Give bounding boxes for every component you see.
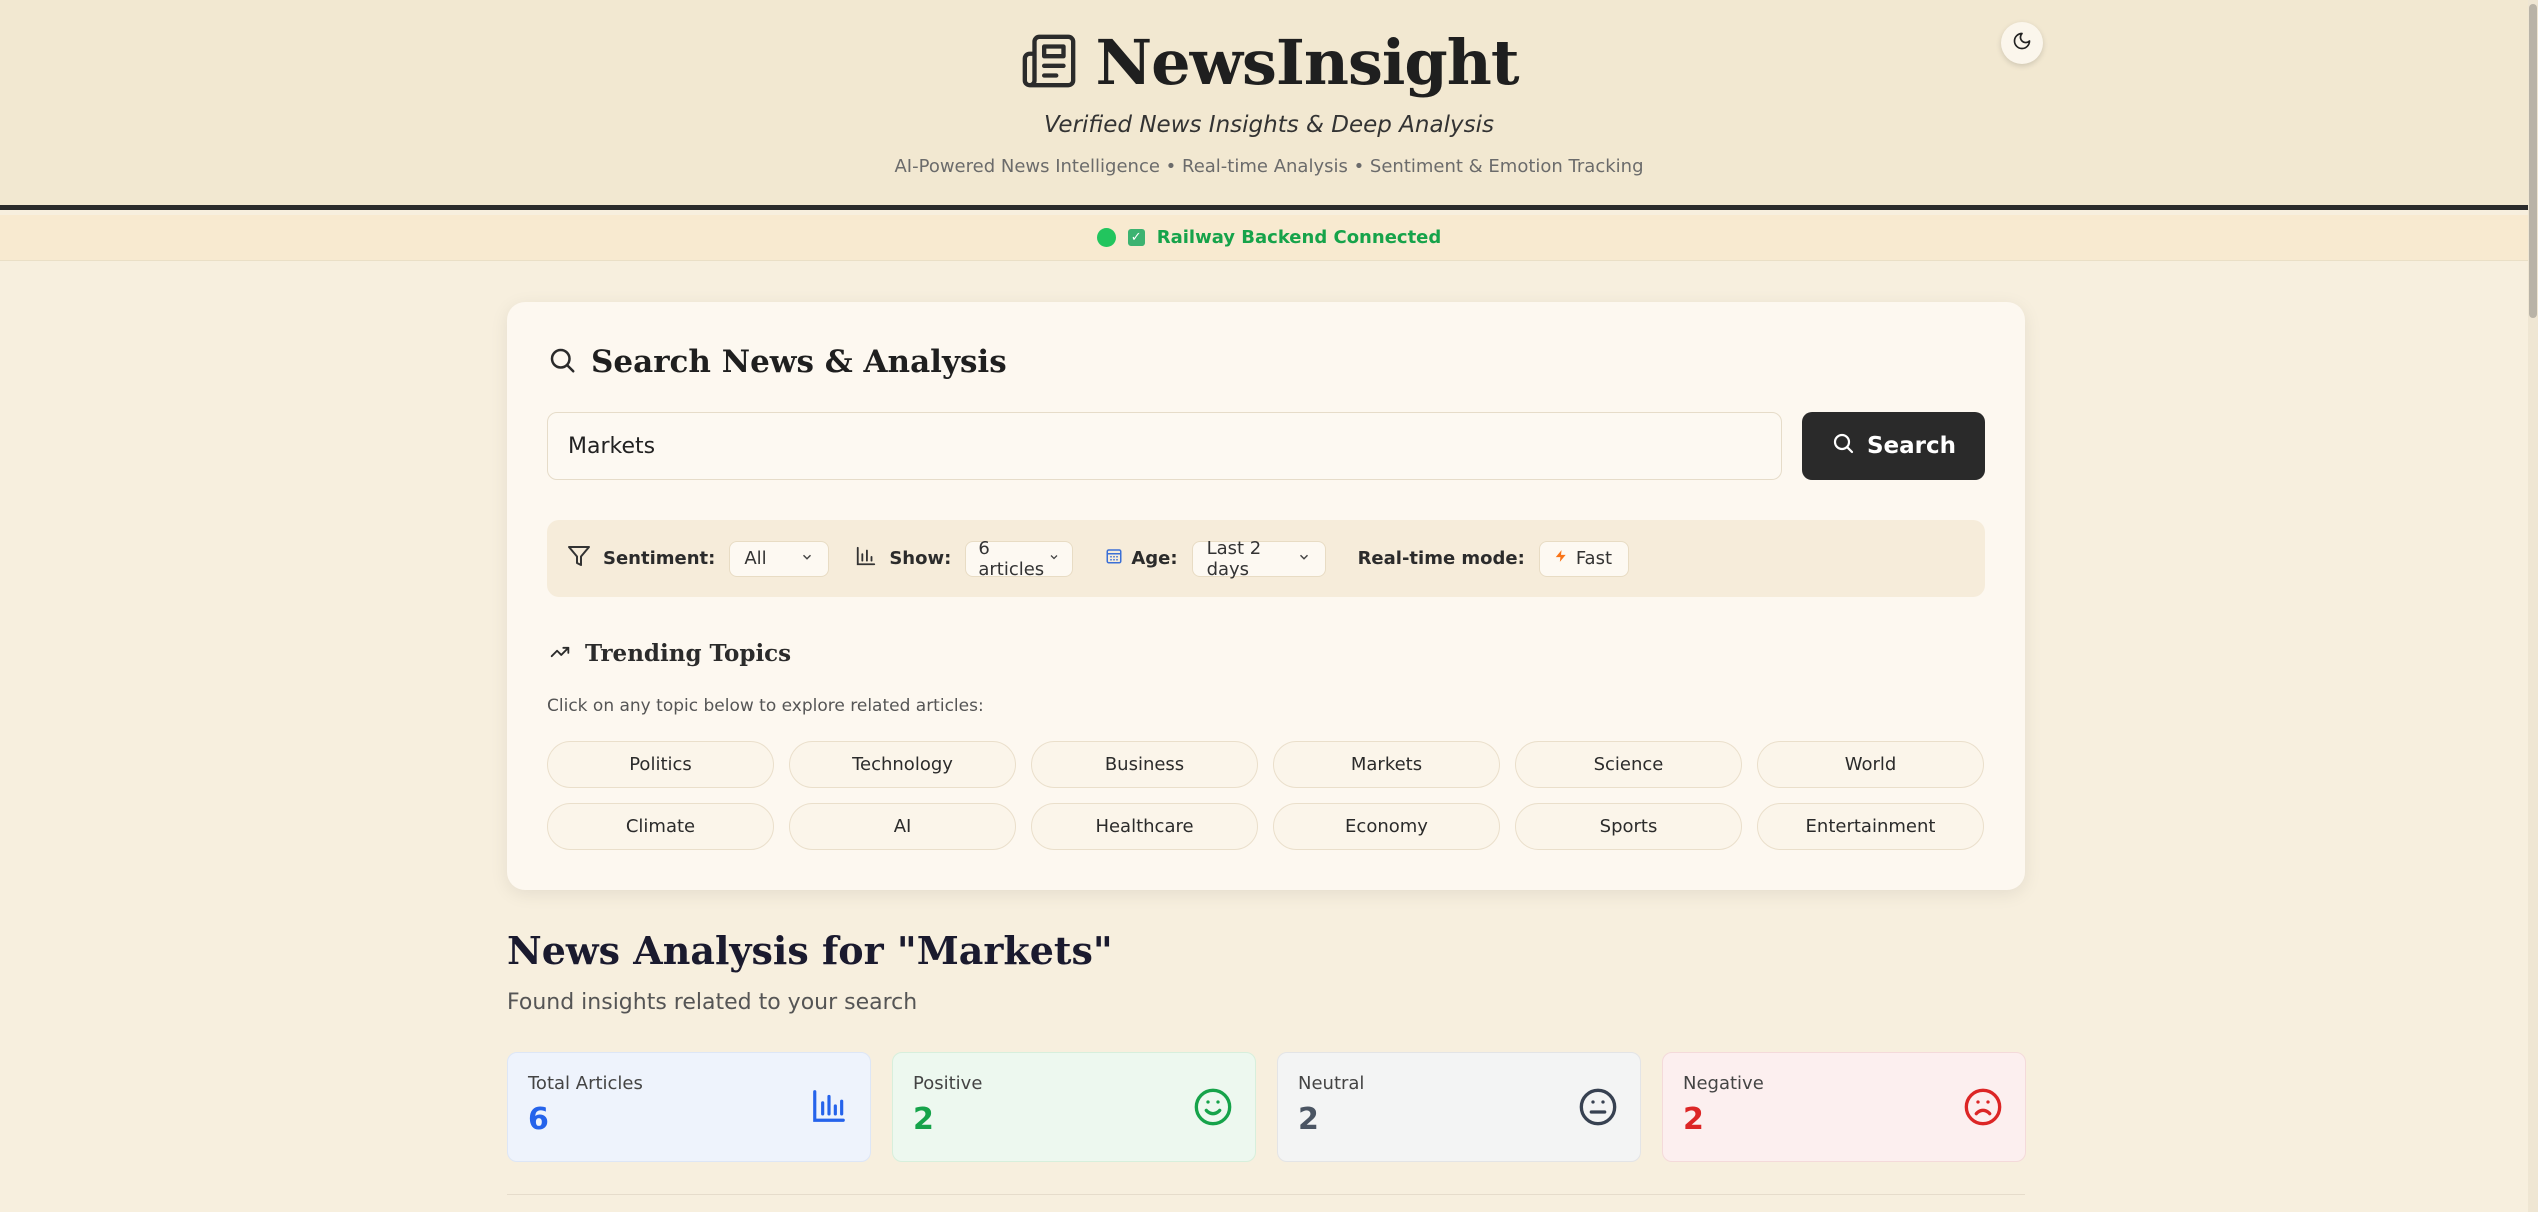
show-count-select[interactable]: 6 articles [965,537,1074,580]
age-select[interactable]: Last 2 days [1191,537,1326,580]
moon-icon [2012,31,2032,55]
neutral-card: Neutral 2 [1277,1052,1641,1162]
smile-icon [1193,1087,1233,1131]
total-articles-card: Total Articles 6 [507,1052,871,1162]
topic-chip[interactable]: Technology [789,741,1016,788]
lightning-icon [1554,547,1568,570]
chevron-down-icon [800,550,814,568]
filter-icon [567,544,591,573]
search-card: Search News & Analysis Search Sentiment:… [507,302,2025,890]
realtime-mode-label: Real-time mode: [1357,548,1525,569]
frown-icon [1963,1087,2003,1131]
bar-chart-icon [810,1087,848,1129]
sentiment-value: All [744,548,767,569]
search-input[interactable] [547,412,1782,480]
positive-card: Positive 2 [892,1052,1256,1162]
search-card-header: Search News & Analysis [547,344,1007,380]
stat-value: 2 [1683,1102,1704,1137]
search-button-label: Search [1866,433,1957,459]
connection-status-bar: ✓ Railway Backend Connected [0,215,2538,261]
search-icon [547,345,577,379]
calendar-icon [1105,547,1123,570]
age-label: Age: [1131,548,1178,569]
topic-chip[interactable]: Politics [547,741,774,788]
tagline: Verified News Insights & Deep Analysis [1044,112,1494,138]
topic-chip[interactable]: Markets [1273,741,1500,788]
search-icon [1831,431,1855,461]
topic-chip[interactable]: World [1757,741,1984,788]
brand: NewsInsight [0,26,2538,99]
status-text: Railway Backend Connected [1156,227,1442,248]
realtime-mode-value: Fast [1575,548,1613,569]
chevron-down-icon [1297,550,1311,568]
stat-value: 6 [528,1102,549,1137]
topic-chip[interactable]: Healthcare [1031,803,1258,850]
newspaper-icon [1020,32,1078,94]
realtime-mode-button[interactable]: Fast [1538,540,1629,577]
stat-value: 2 [913,1102,934,1137]
stat-label: Negative [1683,1073,1764,1094]
topic-chip[interactable]: Sports [1515,803,1742,850]
chevron-down-icon [1048,551,1060,567]
trending-title: Trending Topics [585,640,792,667]
topic-chip[interactable]: Business [1031,741,1258,788]
topic-chip[interactable]: Entertainment [1757,803,1984,850]
trending-hint: Click on any topic below to explore rela… [547,696,984,716]
stat-label: Neutral [1298,1073,1365,1094]
search-button[interactable]: Search [1802,412,1985,480]
header: NewsInsight Verified News Insights & Dee… [0,0,2538,210]
theme-toggle-button[interactable] [2001,22,2043,64]
check-icon: ✓ [1127,229,1145,246]
filter-bar: Sentiment: All Show: 6 articles Age: Las… [547,520,1985,597]
sentiment-label: Sentiment: [603,548,716,569]
trending-up-icon [547,642,573,666]
topic-chip[interactable]: AI [789,803,1016,850]
results-subtitle: Found insights related to your search [507,990,918,1015]
age-value: Last 2 days [1206,537,1262,580]
stat-label: Positive [913,1073,983,1094]
topic-chip[interactable]: Climate [547,803,774,850]
topic-grid: Politics Technology Business Markets Sci… [547,741,1985,850]
sentiment-select[interactable]: All [729,540,830,577]
section-divider [507,1194,2025,1195]
page-scrollbar[interactable] [2528,0,2538,1212]
stats-row: Total Articles 6 Positive 2 Neutral 2 Ne… [507,1052,2026,1162]
neutral-face-icon [1578,1087,1618,1131]
topic-chip[interactable]: Science [1515,741,1742,788]
app-title: NewsInsight [1095,26,1520,99]
stat-label: Total Articles [528,1073,643,1094]
show-label: Show: [889,548,952,569]
topic-chip[interactable]: Economy [1273,803,1500,850]
results-title: News Analysis for "Markets" [507,928,1113,973]
feature-subline: AI-Powered News Intelligence • Real-time… [894,156,1644,177]
bar-chart-icon [855,545,877,572]
status-dot [1096,228,1116,247]
show-count-value: 6 articles [978,537,1045,580]
trending-header: Trending Topics [547,640,791,667]
negative-card: Negative 2 [1662,1052,2026,1162]
stat-value: 2 [1298,1102,1319,1137]
search-card-title: Search News & Analysis [591,344,1007,380]
scrollbar-thumb[interactable] [2529,4,2537,318]
